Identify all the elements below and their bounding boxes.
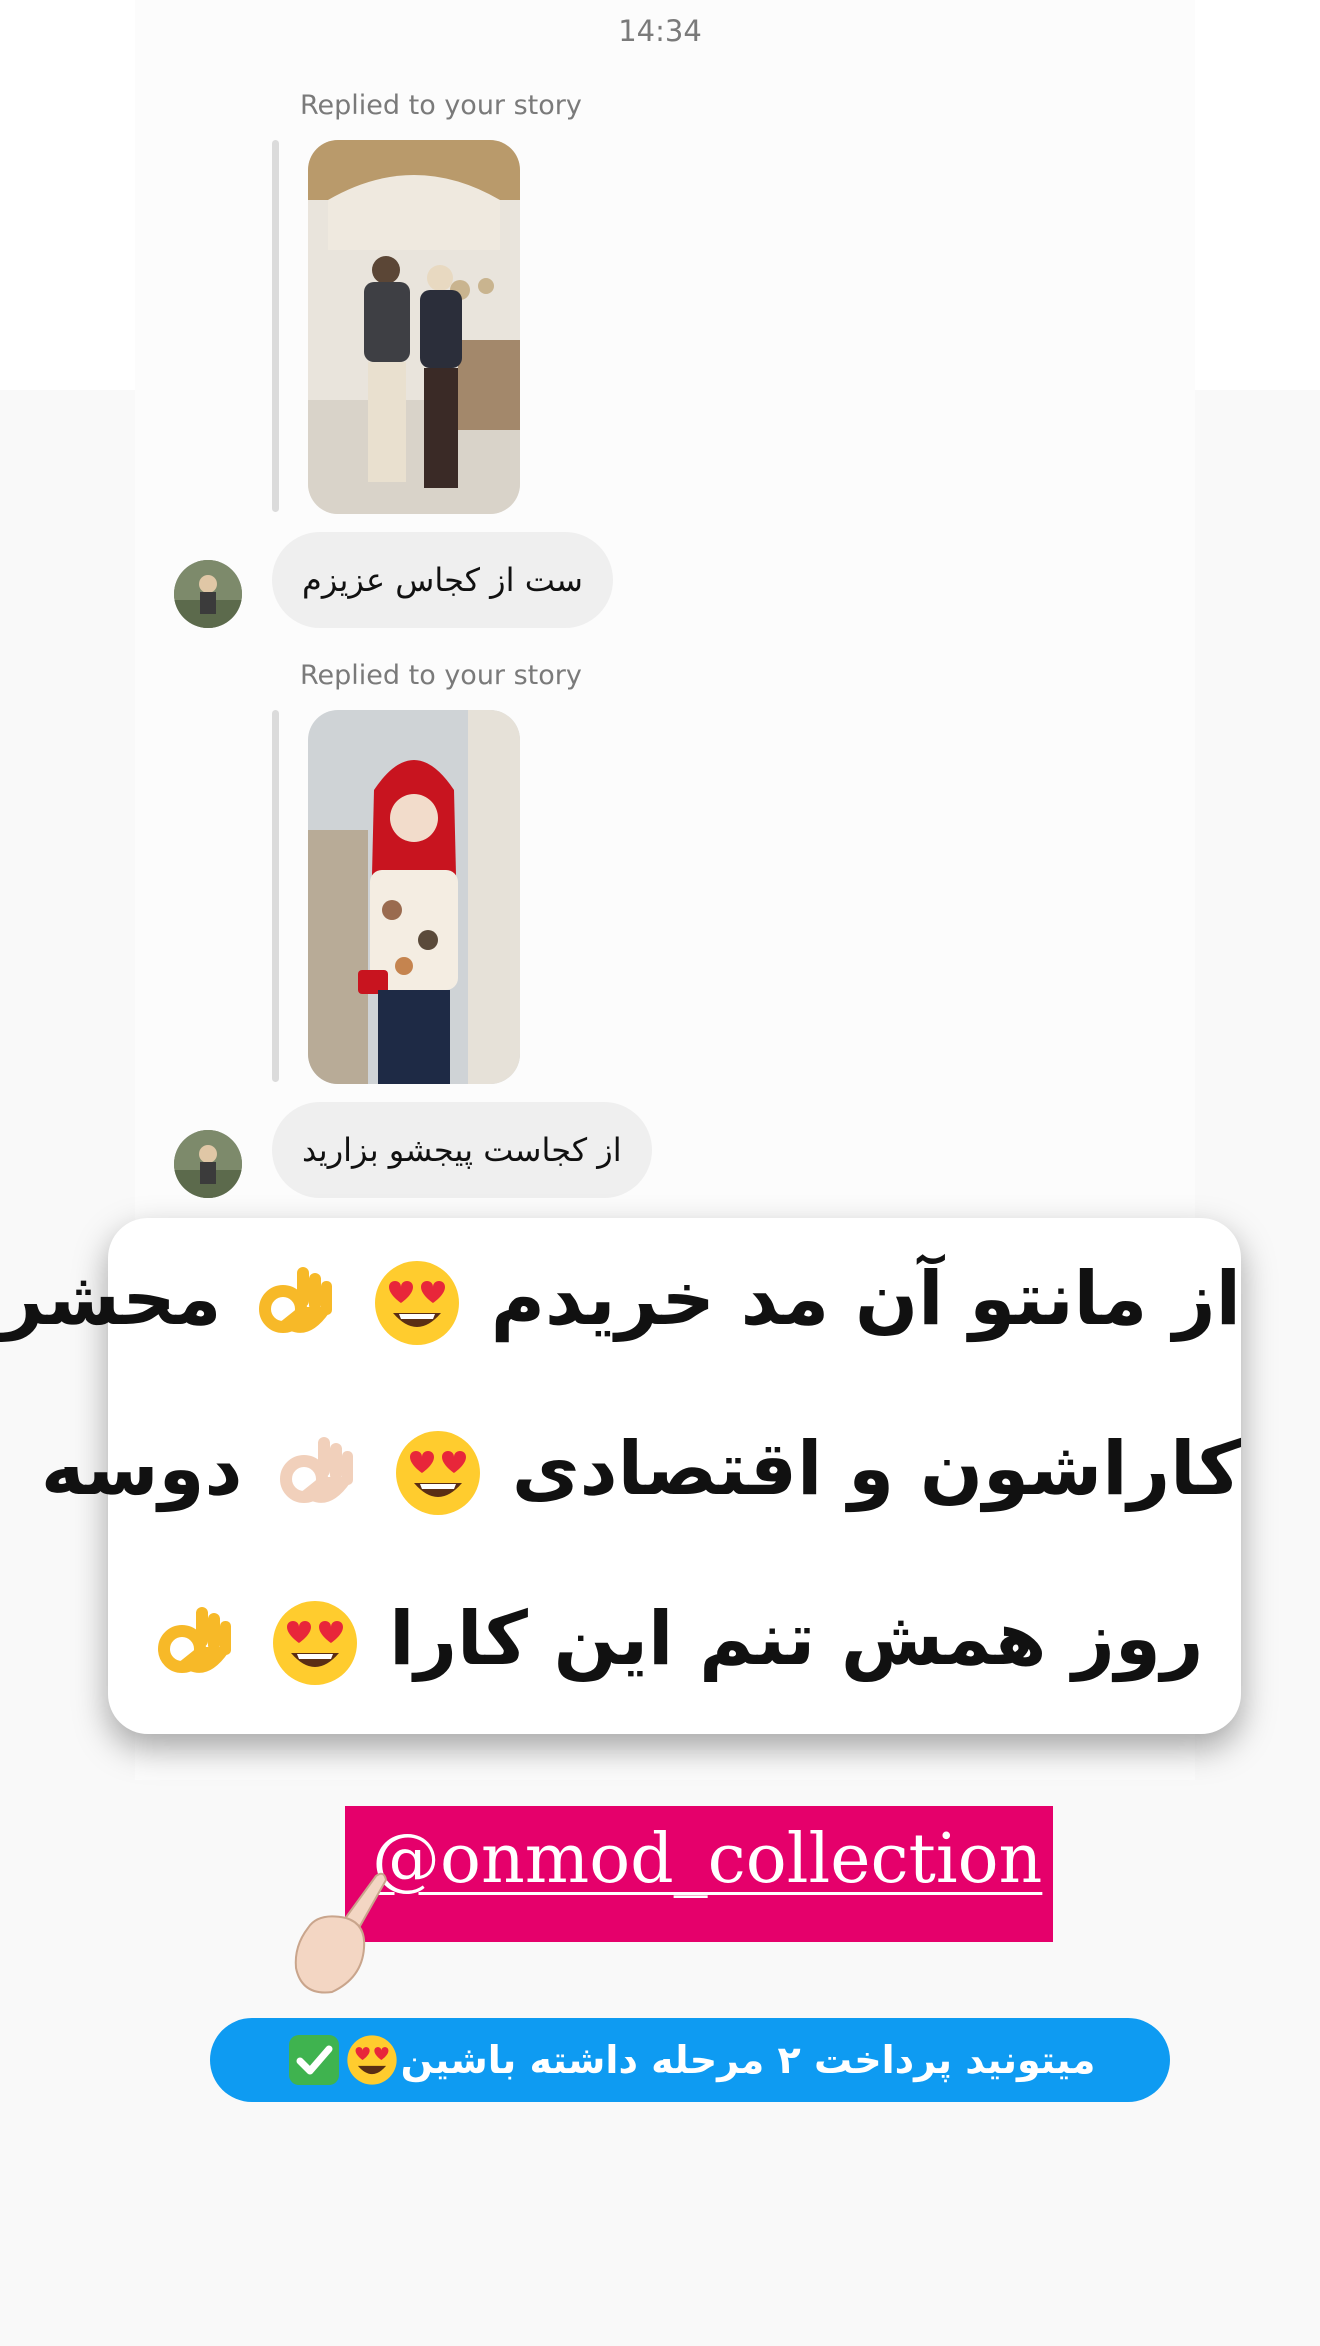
pointing-hand-emoji-icon [288, 1868, 388, 1998]
reply-caption: Replied to your story [300, 90, 582, 121]
heart-eyes-emoji-icon [345, 2033, 399, 2087]
heart-eyes-emoji-icon [392, 1427, 484, 1519]
story-thumbnail[interactable] [308, 710, 520, 1084]
testimonial-card: از مانتو آن مد خریدم محشر کاراشون و اقتص… [1, 1218, 1241, 1734]
message-bubble[interactable]: ست از کجاس عزیزم [272, 532, 613, 628]
timestamp: 14:34 [618, 14, 702, 48]
testimonial-line-2: کاراشون و اقتصادی دوسه [41, 1426, 1241, 1519]
ok-hand-emoji-icon [270, 1427, 362, 1519]
sender-avatar[interactable] [174, 1130, 242, 1198]
heart-eyes-emoji-icon [371, 1257, 463, 1349]
sender-avatar[interactable] [174, 560, 242, 628]
instagram-handle-link[interactable]: @onmod_collection [372, 1820, 1042, 1899]
heart-eyes-emoji-icon [269, 1597, 361, 1689]
ok-hand-emoji-icon [148, 1597, 240, 1689]
check-mark-emoji-icon [287, 2033, 341, 2087]
testimonial-text: از مانتو آن مد خریدم [490, 1256, 1241, 1342]
reply-caption: Replied to your story [300, 660, 582, 691]
installment-text: میتونید پرداخت ۲ مرحله داشته باشین [400, 2038, 1096, 2082]
message-bubble[interactable]: از کجاست پیجشو بزارید [272, 1102, 652, 1198]
testimonial-text: محشر [0, 1256, 222, 1342]
installment-banner: میتونید پرداخت ۲ مرحله داشته باشین [210, 2018, 1170, 2102]
testimonial-text: کاراشون و اقتصادی [511, 1426, 1241, 1512]
testimonial-line-1: از مانتو آن مد خریدم محشر [1, 1256, 1241, 1349]
testimonial-text: دوسه [40, 1426, 243, 1512]
screen: 14:34 Replied to your story ست از کجاس ع… [0, 0, 1320, 2346]
testimonial-text: روز همش تنم این کارا [389, 1596, 1204, 1682]
reply-quote-bar [272, 710, 279, 1082]
testimonial-line-3: روز همش تنم این کارا [108, 1596, 1241, 1689]
ok-hand-emoji-icon [249, 1257, 341, 1349]
story-thumbnail[interactable] [308, 140, 520, 514]
reply-quote-bar [272, 140, 279, 512]
